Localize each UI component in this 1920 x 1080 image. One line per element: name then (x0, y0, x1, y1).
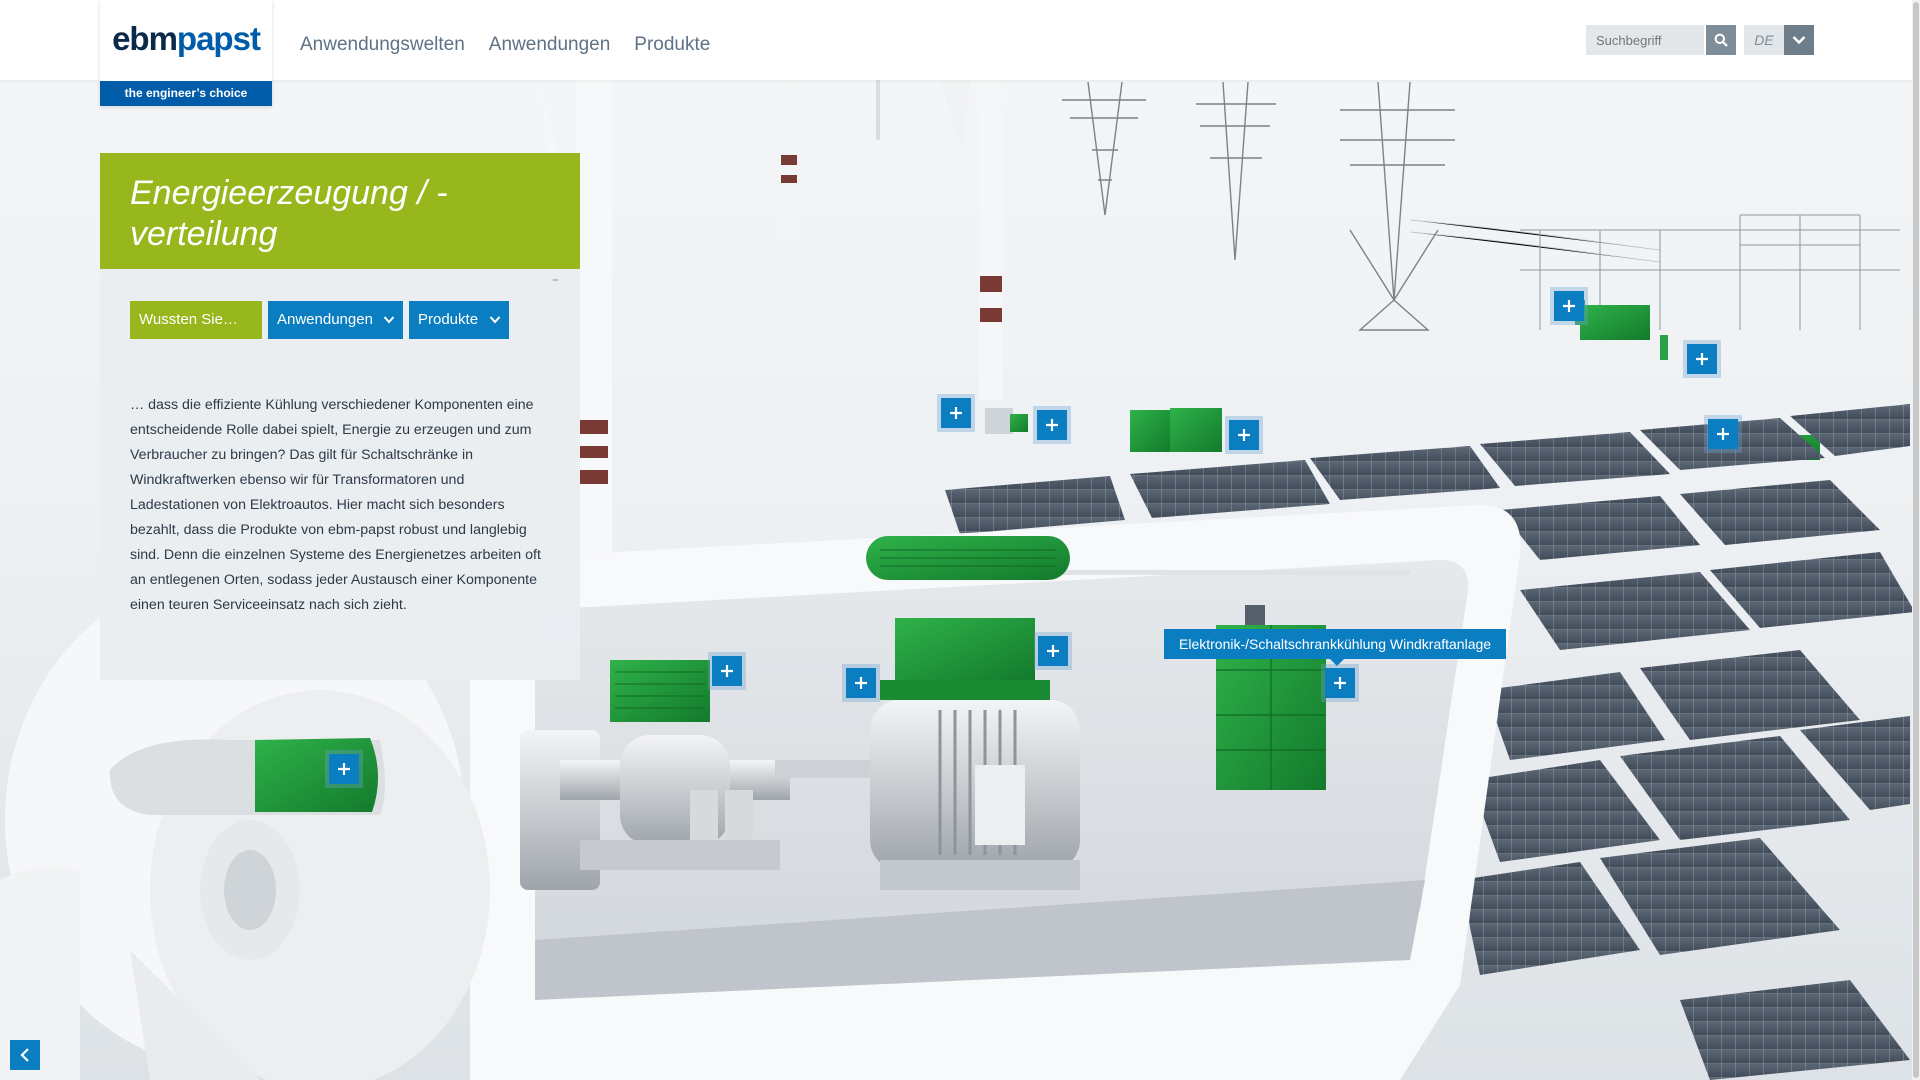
hotspot-control-cabinet[interactable] (1325, 668, 1355, 698)
logo-part-papst: papst (176, 20, 261, 57)
hotspot-middle-cooler[interactable] (1038, 636, 1068, 666)
nav-item-anwendungswelten[interactable]: Anwendungswelten (300, 34, 465, 56)
brand-logo[interactable]: ebmpapst the engineer’s choice (100, 0, 272, 106)
panel-title-bar: Energieerzeugung / - verteilung (100, 153, 580, 269)
plus-icon (338, 763, 350, 775)
language-dropdown-button[interactable] (1784, 25, 1814, 55)
panel-description: … dass die effiziente Kühlung verschiede… (130, 397, 541, 613)
hotspot-substation[interactable] (1554, 291, 1584, 321)
collapse-panel-button[interactable]: – (552, 273, 564, 287)
logo-part-ebm: ebm (112, 20, 178, 57)
hotspot-tooltip: Elektronik-/Schaltschrankkühlung Windkra… (1164, 629, 1507, 666)
back-button[interactable] (10, 1040, 40, 1070)
plus-icon (950, 407, 962, 419)
language-selected[interactable]: DE (1744, 25, 1784, 55)
hotspot-transformer[interactable] (1687, 344, 1717, 374)
nav-item-anwendungen[interactable]: Anwendungen (489, 34, 611, 56)
plus-icon (721, 665, 733, 677)
tab-produkte-label: Produkte (418, 311, 479, 328)
hotspot-charging-station[interactable] (1708, 419, 1738, 449)
chevron-left-icon (20, 1048, 29, 1062)
plus-icon (1717, 428, 1729, 440)
chevron-down-icon (1792, 36, 1806, 45)
tab-anwendungen-label: Anwendungen (277, 311, 373, 328)
hotspot-generator[interactable] (846, 668, 876, 698)
panel-body: – Wussten Sie… Anwendungen Produkte … da… (100, 269, 580, 680)
plus-icon (1046, 419, 1058, 431)
tab-anwendungen[interactable]: Anwendungen (268, 301, 403, 339)
main-nav: Anwendungswelten Anwendungen Produkte (300, 34, 710, 56)
page-title: Energieerzeugung / - verteilung (130, 174, 448, 253)
logo-wordmark: ebmpapst (100, 20, 272, 58)
plus-icon (855, 677, 867, 689)
search-button[interactable] (1706, 25, 1736, 55)
site-header: Anwendungswelten Anwendungen Produkte DE (0, 0, 1920, 80)
tab-produkte[interactable]: Produkte (409, 301, 509, 339)
hotspot-wind-turbine[interactable] (941, 398, 971, 428)
plus-icon (1696, 353, 1708, 365)
logo-tagline: the engineer’s choice (100, 81, 272, 106)
tab-wussten-sie-label: Wussten Sie… (139, 311, 238, 328)
plus-icon (1238, 429, 1250, 441)
info-panel: Energieerzeugung / - verteilung – Wusste… (100, 153, 580, 680)
hotspot-left-cooler[interactable] (712, 656, 742, 686)
nav-item-produkte[interactable]: Produkte (634, 34, 710, 56)
hotspot-rotor-hub[interactable] (329, 754, 359, 784)
page-scrollbar[interactable] (1912, 0, 1920, 1080)
plus-icon (1334, 677, 1346, 689)
scrollbar-thumb[interactable] (1913, 2, 1919, 1078)
hotspot-small-cabinet[interactable] (1037, 410, 1067, 440)
search-input[interactable] (1586, 25, 1704, 55)
hotspot-green-cabinets[interactable] (1229, 420, 1259, 450)
plus-icon (1047, 645, 1059, 657)
tab-wussten-sie[interactable]: Wussten Sie… (130, 301, 262, 339)
chevron-down-icon (383, 301, 395, 354)
plus-icon (1563, 300, 1575, 312)
search-icon (1714, 33, 1728, 47)
app-stage: Anwendungswelten Anwendungen Produkte DE… (0, 0, 1920, 1080)
chevron-down-icon (489, 301, 501, 354)
